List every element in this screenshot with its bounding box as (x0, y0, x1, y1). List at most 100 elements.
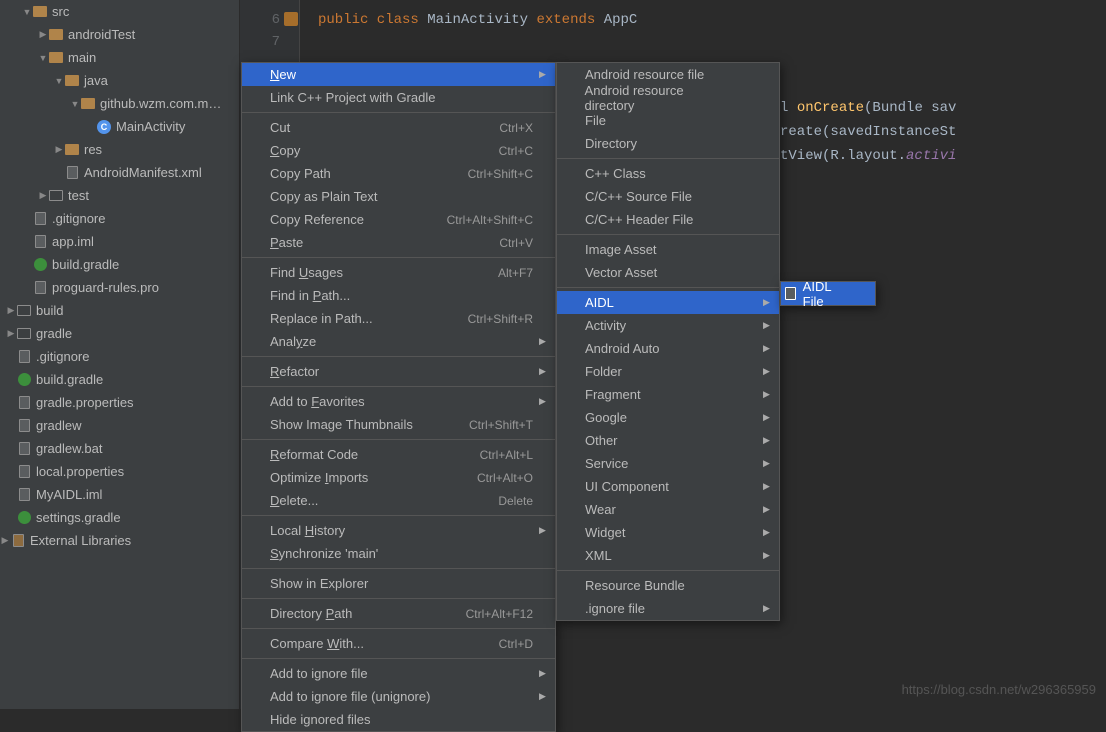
tree-item[interactable]: ▶androidTest (0, 23, 239, 46)
blank-icon (246, 689, 264, 705)
menu-item[interactable]: Reformat CodeCtrl+Alt+L (242, 443, 555, 466)
menu-item[interactable]: Find UsagesAlt+F7 (242, 261, 555, 284)
disclosure-arrow[interactable]: ▶ (6, 305, 16, 316)
istar-icon (561, 601, 579, 617)
folder-icon (48, 50, 64, 66)
tree-item[interactable]: CMainActivity (0, 115, 239, 138)
blank-icon (246, 493, 264, 509)
menu-item-label: XML (585, 548, 763, 563)
menu-item[interactable]: Find in Path... (242, 284, 555, 307)
disclosure-arrow[interactable]: ▶ (6, 328, 16, 339)
menu-item[interactable]: Directory PathCtrl+Alt+F12 (242, 602, 555, 625)
menu-item[interactable]: Other▶ (557, 429, 779, 452)
menu-item[interactable]: XML▶ (557, 544, 779, 567)
menu-item[interactable]: Synchronize 'main' (242, 542, 555, 565)
menu-item[interactable]: Analyze▶ (242, 330, 555, 353)
menu-item[interactable]: Copy as Plain Text (242, 185, 555, 208)
disclosure-arrow[interactable]: ▶ (0, 535, 10, 546)
menu-item[interactable]: Copy PathCtrl+Shift+C (242, 162, 555, 185)
tree-item[interactable]: gradlew (0, 414, 239, 437)
menu-item[interactable]: Optimize ImportsCtrl+Alt+O (242, 466, 555, 489)
folder2-icon (16, 303, 32, 319)
menu-item[interactable]: Resource Bundle (557, 574, 779, 597)
menu-item[interactable]: Android Auto▶ (557, 337, 779, 360)
menu-item[interactable]: Image Asset (557, 238, 779, 261)
menu-item[interactable]: UI Component▶ (557, 475, 779, 498)
tree-item[interactable]: proguard-rules.pro (0, 276, 239, 299)
tree-item[interactable]: AndroidManifest.xml (0, 161, 239, 184)
menu-item[interactable]: Vector Asset (557, 261, 779, 284)
disclosure-arrow[interactable]: ▼ (70, 99, 80, 109)
menu-item[interactable]: .ignore file▶ (557, 597, 779, 620)
menu-item[interactable]: C/C++ Source File (557, 185, 779, 208)
code-line: l onCreate(Bundle sav (780, 100, 956, 116)
menu-item[interactable]: C++ Class (557, 162, 779, 185)
tree-item-external-libraries[interactable]: ▶External Libraries (0, 529, 239, 552)
menu-item[interactable]: Service▶ (557, 452, 779, 475)
menu-item[interactable]: Widget▶ (557, 521, 779, 544)
disclosure-arrow[interactable]: ▼ (22, 7, 32, 17)
menu-item[interactable]: Replace in Path...Ctrl+Shift+R (242, 307, 555, 330)
disclosure-arrow[interactable]: ▶ (38, 29, 48, 40)
menu-item[interactable]: Link C++ Project with Gradle (242, 86, 555, 109)
file-icon (64, 165, 80, 181)
menu-item[interactable]: PasteCtrl+V (242, 231, 555, 254)
menu-item[interactable]: CopyCtrl+C (242, 139, 555, 162)
tree-item[interactable]: .gitignore (0, 207, 239, 230)
project-tree: ▼src▶androidTest▼main▼java▼github.wzm.co… (0, 0, 240, 709)
menu-item[interactable]: Fragment▶ (557, 383, 779, 406)
tree-item[interactable]: .gitignore (0, 345, 239, 368)
menu-item[interactable]: Show Image ThumbnailsCtrl+Shift+T (242, 413, 555, 436)
tree-item-label: AndroidManifest.xml (84, 165, 202, 180)
menu-item-aidl-file[interactable]: AIDL File (781, 282, 875, 305)
menu-item[interactable]: Android resource directory (557, 86, 779, 109)
disclosure-arrow[interactable]: ▼ (38, 53, 48, 63)
menu-item[interactable]: Add to ignore file (unignore)▶ (242, 685, 555, 708)
menu-item[interactable]: C/C++ Header File (557, 208, 779, 231)
menu-separator (242, 112, 555, 113)
menu-item[interactable]: Add to ignore file▶ (242, 662, 555, 685)
menu-item[interactable]: Local History▶ (242, 519, 555, 542)
tree-item[interactable]: app.iml (0, 230, 239, 253)
tree-item[interactable]: ▼src (0, 0, 239, 23)
tree-item[interactable]: build.gradle (0, 253, 239, 276)
tree-item[interactable]: ▶gradle (0, 322, 239, 345)
menu-item-label: .ignore file (585, 601, 763, 616)
menu-item[interactable]: Hide ignored files (242, 708, 555, 731)
menu-item[interactable]: Show in Explorer (242, 572, 555, 595)
menu-item[interactable]: File (557, 109, 779, 132)
menu-item[interactable]: New▶ (242, 63, 555, 86)
disclosure-arrow[interactable]: ▶ (54, 144, 64, 155)
menu-item-label: Resource Bundle (585, 578, 763, 593)
tree-item-label: github.wzm.com.m… (100, 96, 221, 111)
file-icon (32, 234, 48, 250)
menu-item[interactable]: Copy ReferenceCtrl+Alt+Shift+C (242, 208, 555, 231)
menu-item[interactable]: Refactor▶ (242, 360, 555, 383)
menu-item[interactable]: CutCtrl+X (242, 116, 555, 139)
menu-item-label: Copy as Plain Text (270, 189, 539, 204)
tree-item[interactable]: settings.gradle (0, 506, 239, 529)
disclosure-arrow[interactable]: ▼ (54, 76, 64, 86)
tree-item[interactable]: gradle.properties (0, 391, 239, 414)
tree-item[interactable]: gradlew.bat (0, 437, 239, 460)
menu-item[interactable]: Delete...Delete (242, 489, 555, 512)
tree-item[interactable]: ▼main (0, 46, 239, 69)
menu-shortcut: Ctrl+Alt+Shift+C (447, 213, 539, 227)
tree-item[interactable]: ▶test (0, 184, 239, 207)
tree-item[interactable]: ▶res (0, 138, 239, 161)
tree-item[interactable]: ▼ github.wzm.com.m… (0, 92, 239, 115)
menu-item[interactable]: Folder▶ (557, 360, 779, 383)
tree-item[interactable]: local.properties (0, 460, 239, 483)
menu-item[interactable]: AIDL▶ (557, 291, 779, 314)
menu-item[interactable]: Add to Favorites▶ (242, 390, 555, 413)
menu-item[interactable]: Compare With...Ctrl+D (242, 632, 555, 655)
tree-item[interactable]: MyAIDL.iml (0, 483, 239, 506)
disclosure-arrow[interactable]: ▶ (38, 190, 48, 201)
menu-item[interactable]: Activity▶ (557, 314, 779, 337)
menu-item[interactable]: Google▶ (557, 406, 779, 429)
tree-item[interactable]: build.gradle (0, 368, 239, 391)
menu-item[interactable]: Directory (557, 132, 779, 155)
menu-item[interactable]: Wear▶ (557, 498, 779, 521)
tree-item[interactable]: ▶build (0, 299, 239, 322)
tree-item[interactable]: ▼java (0, 69, 239, 92)
